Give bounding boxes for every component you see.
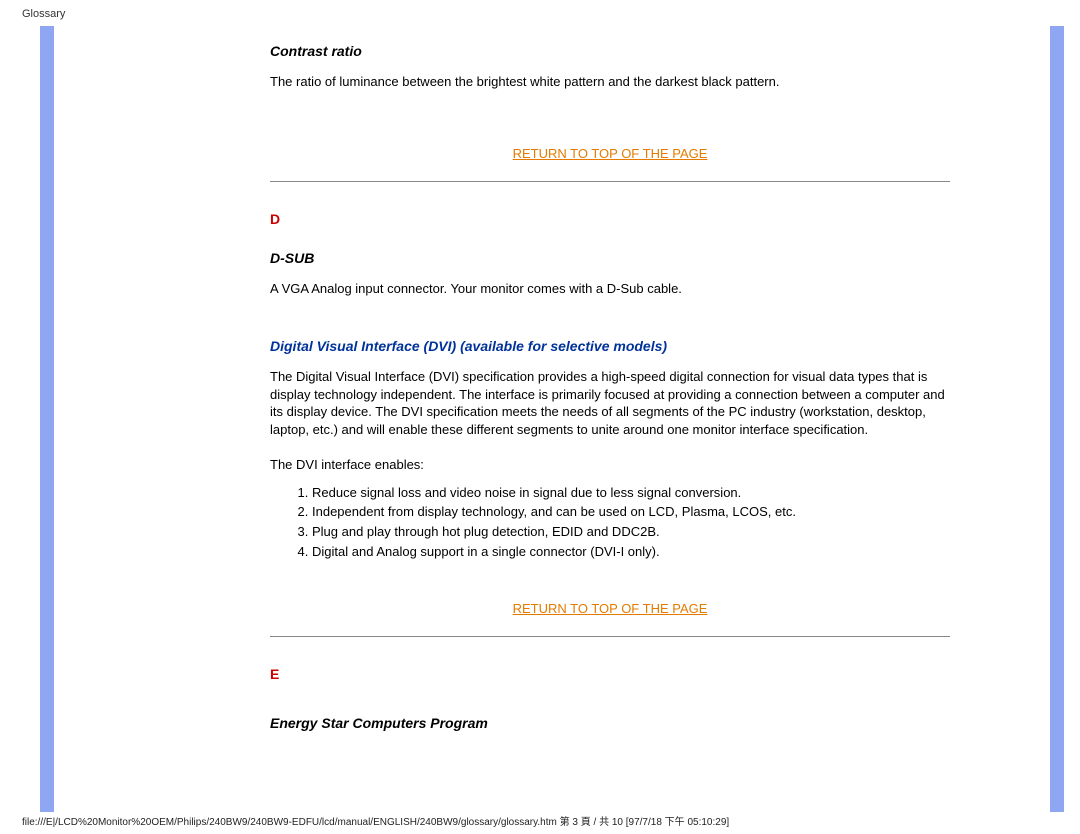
- term-dvi-title: Digital Visual Interface (DVI) (availabl…: [270, 337, 950, 356]
- footer-path: file:///E|/LCD%20Monitor%20OEM/Philips/2…: [22, 813, 729, 828]
- page-header-label: Glossary: [22, 8, 65, 20]
- term-energy-star-title: Energy Star Computers Program: [270, 714, 950, 733]
- term-dsub-body: A VGA Analog input connector. Your monit…: [270, 280, 950, 298]
- term-dsub-title: D-SUB: [270, 249, 950, 268]
- term-dvi-body: The Digital Visual Interface (DVI) speci…: [270, 368, 950, 438]
- list-item: Plug and play through hot plug detection…: [312, 523, 950, 541]
- main-content: Contrast ratio The ratio of luminance be…: [270, 30, 950, 744]
- divider: [270, 181, 950, 182]
- right-accent-bar: [1050, 26, 1064, 812]
- term-contrast-ratio-body: The ratio of luminance between the brigh…: [270, 73, 950, 91]
- list-item: Independent from display technology, and…: [312, 503, 950, 521]
- divider: [270, 636, 950, 637]
- term-contrast-ratio-title: Contrast ratio: [270, 42, 950, 61]
- return-to-top-link[interactable]: RETURN TO TOP OF THE PAGE: [270, 600, 950, 618]
- dvi-enables-list: Reduce signal loss and video noise in si…: [270, 484, 950, 560]
- letter-e: E: [270, 665, 950, 684]
- list-item: Reduce signal loss and video noise in si…: [312, 484, 950, 502]
- left-accent-bar: [40, 26, 54, 812]
- return-to-top-link[interactable]: RETURN TO TOP OF THE PAGE: [270, 145, 950, 163]
- letter-d: D: [270, 210, 950, 229]
- term-dvi-enables-intro: The DVI interface enables:: [270, 456, 950, 474]
- list-item: Digital and Analog support in a single c…: [312, 543, 950, 561]
